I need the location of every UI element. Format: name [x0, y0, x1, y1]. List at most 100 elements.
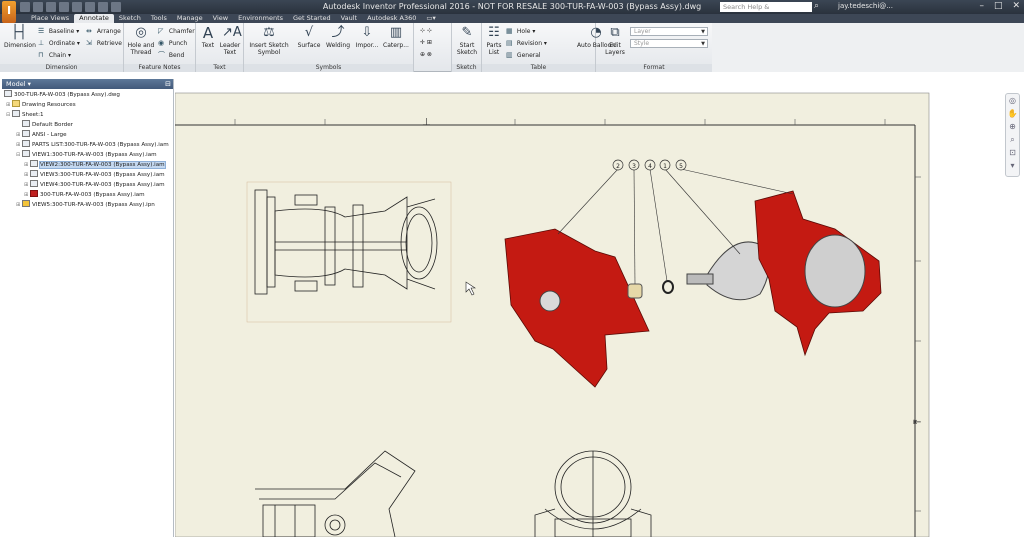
hole-table-icon: ▦ — [506, 27, 513, 35]
balloon-2[interactable]: 2 — [612, 159, 624, 171]
help-search-input[interactable]: Search Help & Commands... — [720, 2, 812, 21]
retrieve-button[interactable]: ⇲ Retrieve — [86, 39, 122, 48]
steering-wheel-icon[interactable]: ◎ — [1006, 94, 1019, 107]
housing-bore — [539, 290, 561, 312]
balloon-number: 4 — [648, 163, 652, 170]
tab-manage[interactable]: Manage — [172, 14, 208, 23]
arrange-button[interactable]: ⇹ Arrange — [86, 27, 121, 36]
search-icon[interactable]: ⌕ — [814, 1, 819, 11]
chain-button[interactable]: ⊓ Chain ▾ — [38, 51, 71, 60]
parts-list-button[interactable]: ☷ Parts List — [484, 25, 504, 56]
centerline-icon[interactable]: ✛ ⊞ — [420, 39, 432, 47]
insert-sketch-symbol-button[interactable]: ⚖ Insert Sketch Symbol — [246, 25, 292, 56]
tree-node-view1[interactable]: ⊟ VIEW1:300-TUR-FA-W-003 (Bypass Assy).ia… — [16, 150, 157, 159]
view-icon — [30, 180, 38, 187]
revision-table-icon: ▤ — [506, 39, 513, 47]
start-sketch-button[interactable]: ✎ Start Sketch — [453, 25, 481, 56]
folder-icon — [12, 100, 20, 107]
import-icon: ⇩ — [361, 25, 373, 40]
pan-icon[interactable]: ✋ — [1006, 107, 1019, 120]
punch-button[interactable]: ◉ Punch — [158, 39, 187, 48]
layer-dropdown[interactable]: Layer ▼ — [630, 27, 708, 36]
navigation-bar: ◎ ✋ ⊕ ⌕ ⊡ ▾ — [1005, 93, 1020, 177]
browser-menu-icon[interactable]: ⊟ — [165, 79, 171, 89]
window-controls: – □ ✕ — [979, 1, 1020, 11]
hole-thread-icon: ◎ — [135, 25, 147, 40]
ribbon-options-icon[interactable]: ▭▾ — [421, 14, 440, 23]
parts-list-icon: ☷ — [488, 25, 500, 40]
browser-title[interactable]: Model — [6, 80, 26, 88]
ribbon-tabs: Place Views Annotate Sketch Tools Manage… — [0, 14, 1024, 23]
tab-get-started[interactable]: Get Started — [288, 14, 336, 23]
balloon-4[interactable]: 4 — [644, 159, 656, 171]
tree-node-title-block[interactable]: ⊞ ANSI - Large — [16, 130, 67, 139]
drawing-canvas[interactable]: ⊥ ⇤ 2 3 4 1 5 ◎ ✋ ⊕ ⌕ ⊡ ▾ — [174, 79, 1024, 537]
balloon-5[interactable]: 5 — [675, 159, 687, 171]
dimension-button[interactable]: ├┤ Dimension — [4, 25, 36, 49]
tree-node-view2[interactable]: ⊞ VIEW2:300-TUR-FA-W-003 (Bypass Assy).ia… — [24, 160, 166, 169]
balloon-3[interactable]: 3 — [628, 159, 640, 171]
tree-node-root[interactable]: 300-TUR-FA-W-003 (Bypass Assy).dwg — [4, 90, 120, 99]
revision-table-button[interactable]: ▤ Revision ▾ — [506, 39, 547, 48]
tree-node-default-border[interactable]: Default Border — [22, 120, 73, 129]
caterpillar-button[interactable]: ▥ Caterp... — [382, 25, 410, 49]
chevron-down-icon: ▼ — [701, 29, 705, 35]
tab-environments[interactable]: Environments — [233, 14, 288, 23]
edit-layers-button[interactable]: ⧉ Edit Layers — [604, 25, 626, 56]
tree-node-view4[interactable]: ⊞ VIEW4:300-TUR-FA-W-003 (Bypass Assy).ia… — [24, 180, 165, 189]
welding-button[interactable]: ⤴ Welding — [324, 25, 352, 49]
tree-node-sheet[interactable]: ⊟ Sheet:1 — [6, 110, 44, 119]
general-table-button[interactable]: ▥ General — [506, 51, 541, 60]
tab-place-views[interactable]: Place Views — [26, 14, 74, 23]
zoom-all-icon[interactable]: ⊡ — [1006, 146, 1019, 159]
zoom-icon[interactable]: ⊕ — [1006, 120, 1019, 133]
nav-options-icon[interactable]: ▾ — [1006, 159, 1019, 172]
balloon-1[interactable]: 1 — [659, 159, 671, 171]
minimize-icon[interactable]: – — [979, 1, 984, 11]
import-button[interactable]: ⇩ Impor... — [354, 25, 380, 49]
tree-node-drawing-resources[interactable]: ⊞ Drawing Resources — [6, 100, 76, 109]
drawing-file-icon — [4, 90, 12, 97]
hole-thread-button[interactable]: ◎ Hole and Thread — [127, 25, 155, 56]
tree-node-assembly[interactable]: ⊞ 300-TUR-FA-W-003 (Bypass Assy).iam — [24, 190, 145, 199]
bend-button[interactable]: ⌒ Bend — [158, 51, 184, 60]
tree-node-view5[interactable]: ⊞ VIEW5:300-TUR-FA-W-003 (Bypass Assy).ip… — [16, 200, 155, 209]
chain-icon: ⊓ — [38, 51, 44, 59]
tab-vault[interactable]: Vault — [336, 14, 362, 23]
sheet-icon — [12, 110, 20, 117]
leader-text-button[interactable]: ↗A Leader Text — [218, 25, 242, 56]
tab-tools[interactable]: Tools — [146, 14, 172, 23]
style-dropdown[interactable]: Style ▼ — [630, 39, 708, 48]
ordinate-button[interactable]: ⊥ Ordinate ▾ — [38, 39, 80, 48]
zoom-window-icon[interactable]: ⌕ — [1006, 133, 1019, 146]
datum-target-icon[interactable]: ⊹ ⊹ — [420, 27, 432, 35]
tree-node-parts-list[interactable]: ⊞ PARTS LIST:300-TUR-FA-W-003 (Bypass Ass… — [16, 140, 169, 149]
tree-node-view3[interactable]: ⊞ VIEW3:300-TUR-FA-W-003 (Bypass Assy).ia… — [24, 170, 165, 179]
baseline-button[interactable]: ☰ Baseline ▾ — [38, 27, 79, 36]
tab-sketch[interactable]: Sketch — [114, 14, 146, 23]
arrange-icon: ⇹ — [86, 27, 92, 35]
view-icon — [30, 160, 38, 167]
surface-button[interactable]: √ Surface — [296, 25, 322, 49]
tab-annotate[interactable]: Annotate — [74, 14, 114, 23]
ordinate-icon: ⊥ — [38, 39, 45, 47]
text-button[interactable]: A Text — [198, 25, 218, 49]
baseline-icon: ☰ — [38, 27, 45, 35]
maximize-icon[interactable]: □ — [994, 1, 1003, 11]
dimension-icon: ├┤ — [11, 25, 27, 40]
title-block-icon — [22, 130, 30, 137]
user-account[interactable]: jay.tedeschi@... — [838, 2, 893, 10]
tab-autodesk-a360[interactable]: Autodesk A360 — [362, 14, 421, 23]
balloon-number: 5 — [679, 163, 683, 170]
retrieve-icon: ⇲ — [86, 39, 92, 47]
chamfer-button[interactable]: ◸ Chamfer — [158, 27, 195, 36]
format-panel: ◔ Auto Balloon ⧉ Edit Layers Layer ▼ Styl… — [577, 23, 712, 72]
close-icon[interactable]: ✕ — [1012, 1, 1020, 11]
dimension-panel-label: Dimension — [0, 64, 123, 72]
tab-view[interactable]: View — [208, 14, 233, 23]
center-mark-icon[interactable]: ⊕ ⊗ — [420, 51, 432, 59]
caterpillar-icon: ▥ — [389, 25, 403, 40]
sketch-symbol-icon: ⚖ — [263, 25, 275, 40]
hole-table-button[interactable]: ▦ Hole ▾ — [506, 27, 535, 36]
inventor-logo-icon[interactable]: I — [2, 1, 16, 23]
